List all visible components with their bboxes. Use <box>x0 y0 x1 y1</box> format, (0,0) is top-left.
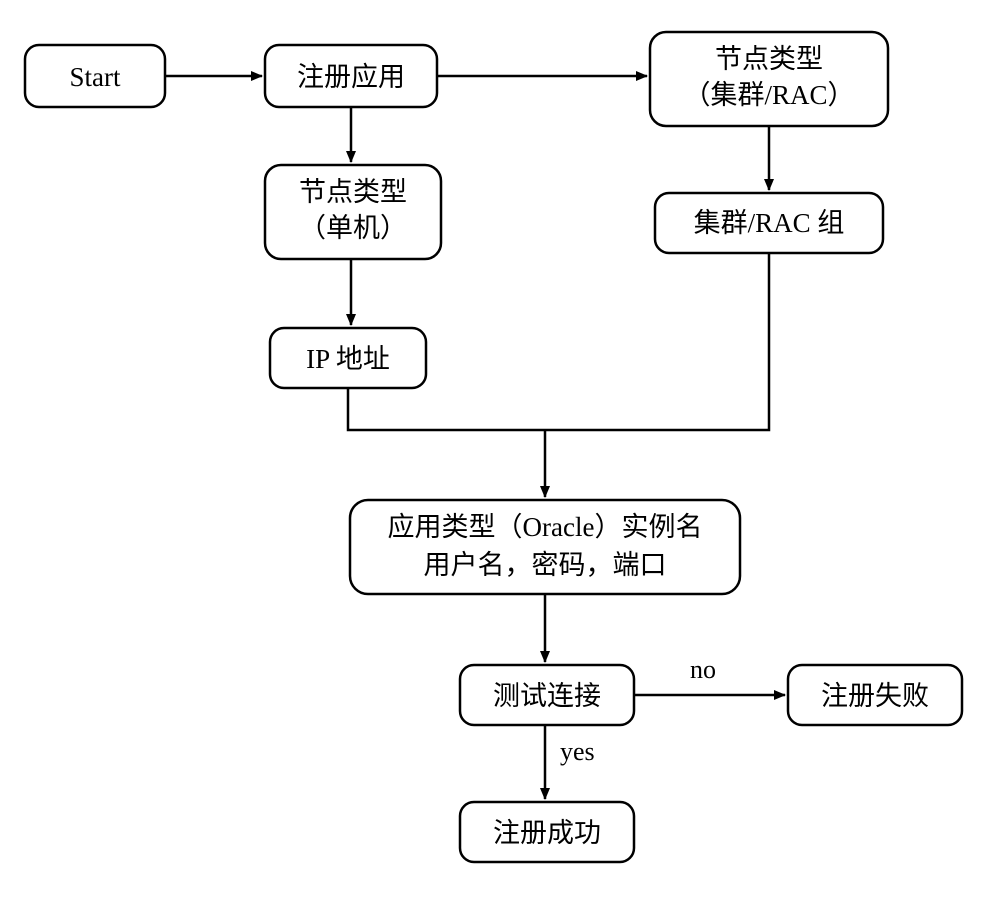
flow-node-cluster-rac-group: 集群/RAC 组 <box>655 193 883 253</box>
flow-node-test-connection: 测试连接 <box>460 665 634 725</box>
flow-node-start: Start <box>25 45 165 107</box>
flow-node-ip-address: IP 地址 <box>270 328 426 388</box>
register-app-text: 注册应用 <box>297 62 405 92</box>
flow-node-register-success: 注册成功 <box>460 802 634 862</box>
start-text: Start <box>70 62 121 92</box>
flow-node-app-type: 应用类型（Oracle）实例名 用户名，密码，端口 <box>350 500 740 594</box>
app-type-line2: 用户名，密码，端口 <box>424 550 667 580</box>
edge-ip-merge-horizontal <box>348 388 545 430</box>
flow-node-register-fail: 注册失败 <box>788 665 962 725</box>
flow-node-node-type-single: 节点类型 （单机） <box>265 165 441 259</box>
app-type-line1: 应用类型（Oracle）实例名 <box>388 512 703 542</box>
test-connection-text: 测试连接 <box>493 681 601 711</box>
node-type-single-line1: 节点类型 <box>299 177 407 207</box>
register-success-text: 注册成功 <box>493 818 601 848</box>
edge-label-no: no <box>690 655 716 684</box>
node-type-cluster-line2: （集群/RAC） <box>683 80 854 110</box>
ip-address-text: IP 地址 <box>306 344 390 374</box>
register-fail-text: 注册失败 <box>821 681 929 711</box>
node-type-single-line2: （单机） <box>299 213 407 243</box>
flow-node-node-type-cluster: 节点类型 （集群/RAC） <box>650 32 888 126</box>
flow-node-register-app: 注册应用 <box>265 45 437 107</box>
node-type-cluster-line1: 节点类型 <box>715 44 823 74</box>
edge-label-yes: yes <box>560 737 595 766</box>
cluster-rac-group-text: 集群/RAC 组 <box>694 208 845 238</box>
edge-group-merge-horizontal <box>545 253 769 430</box>
